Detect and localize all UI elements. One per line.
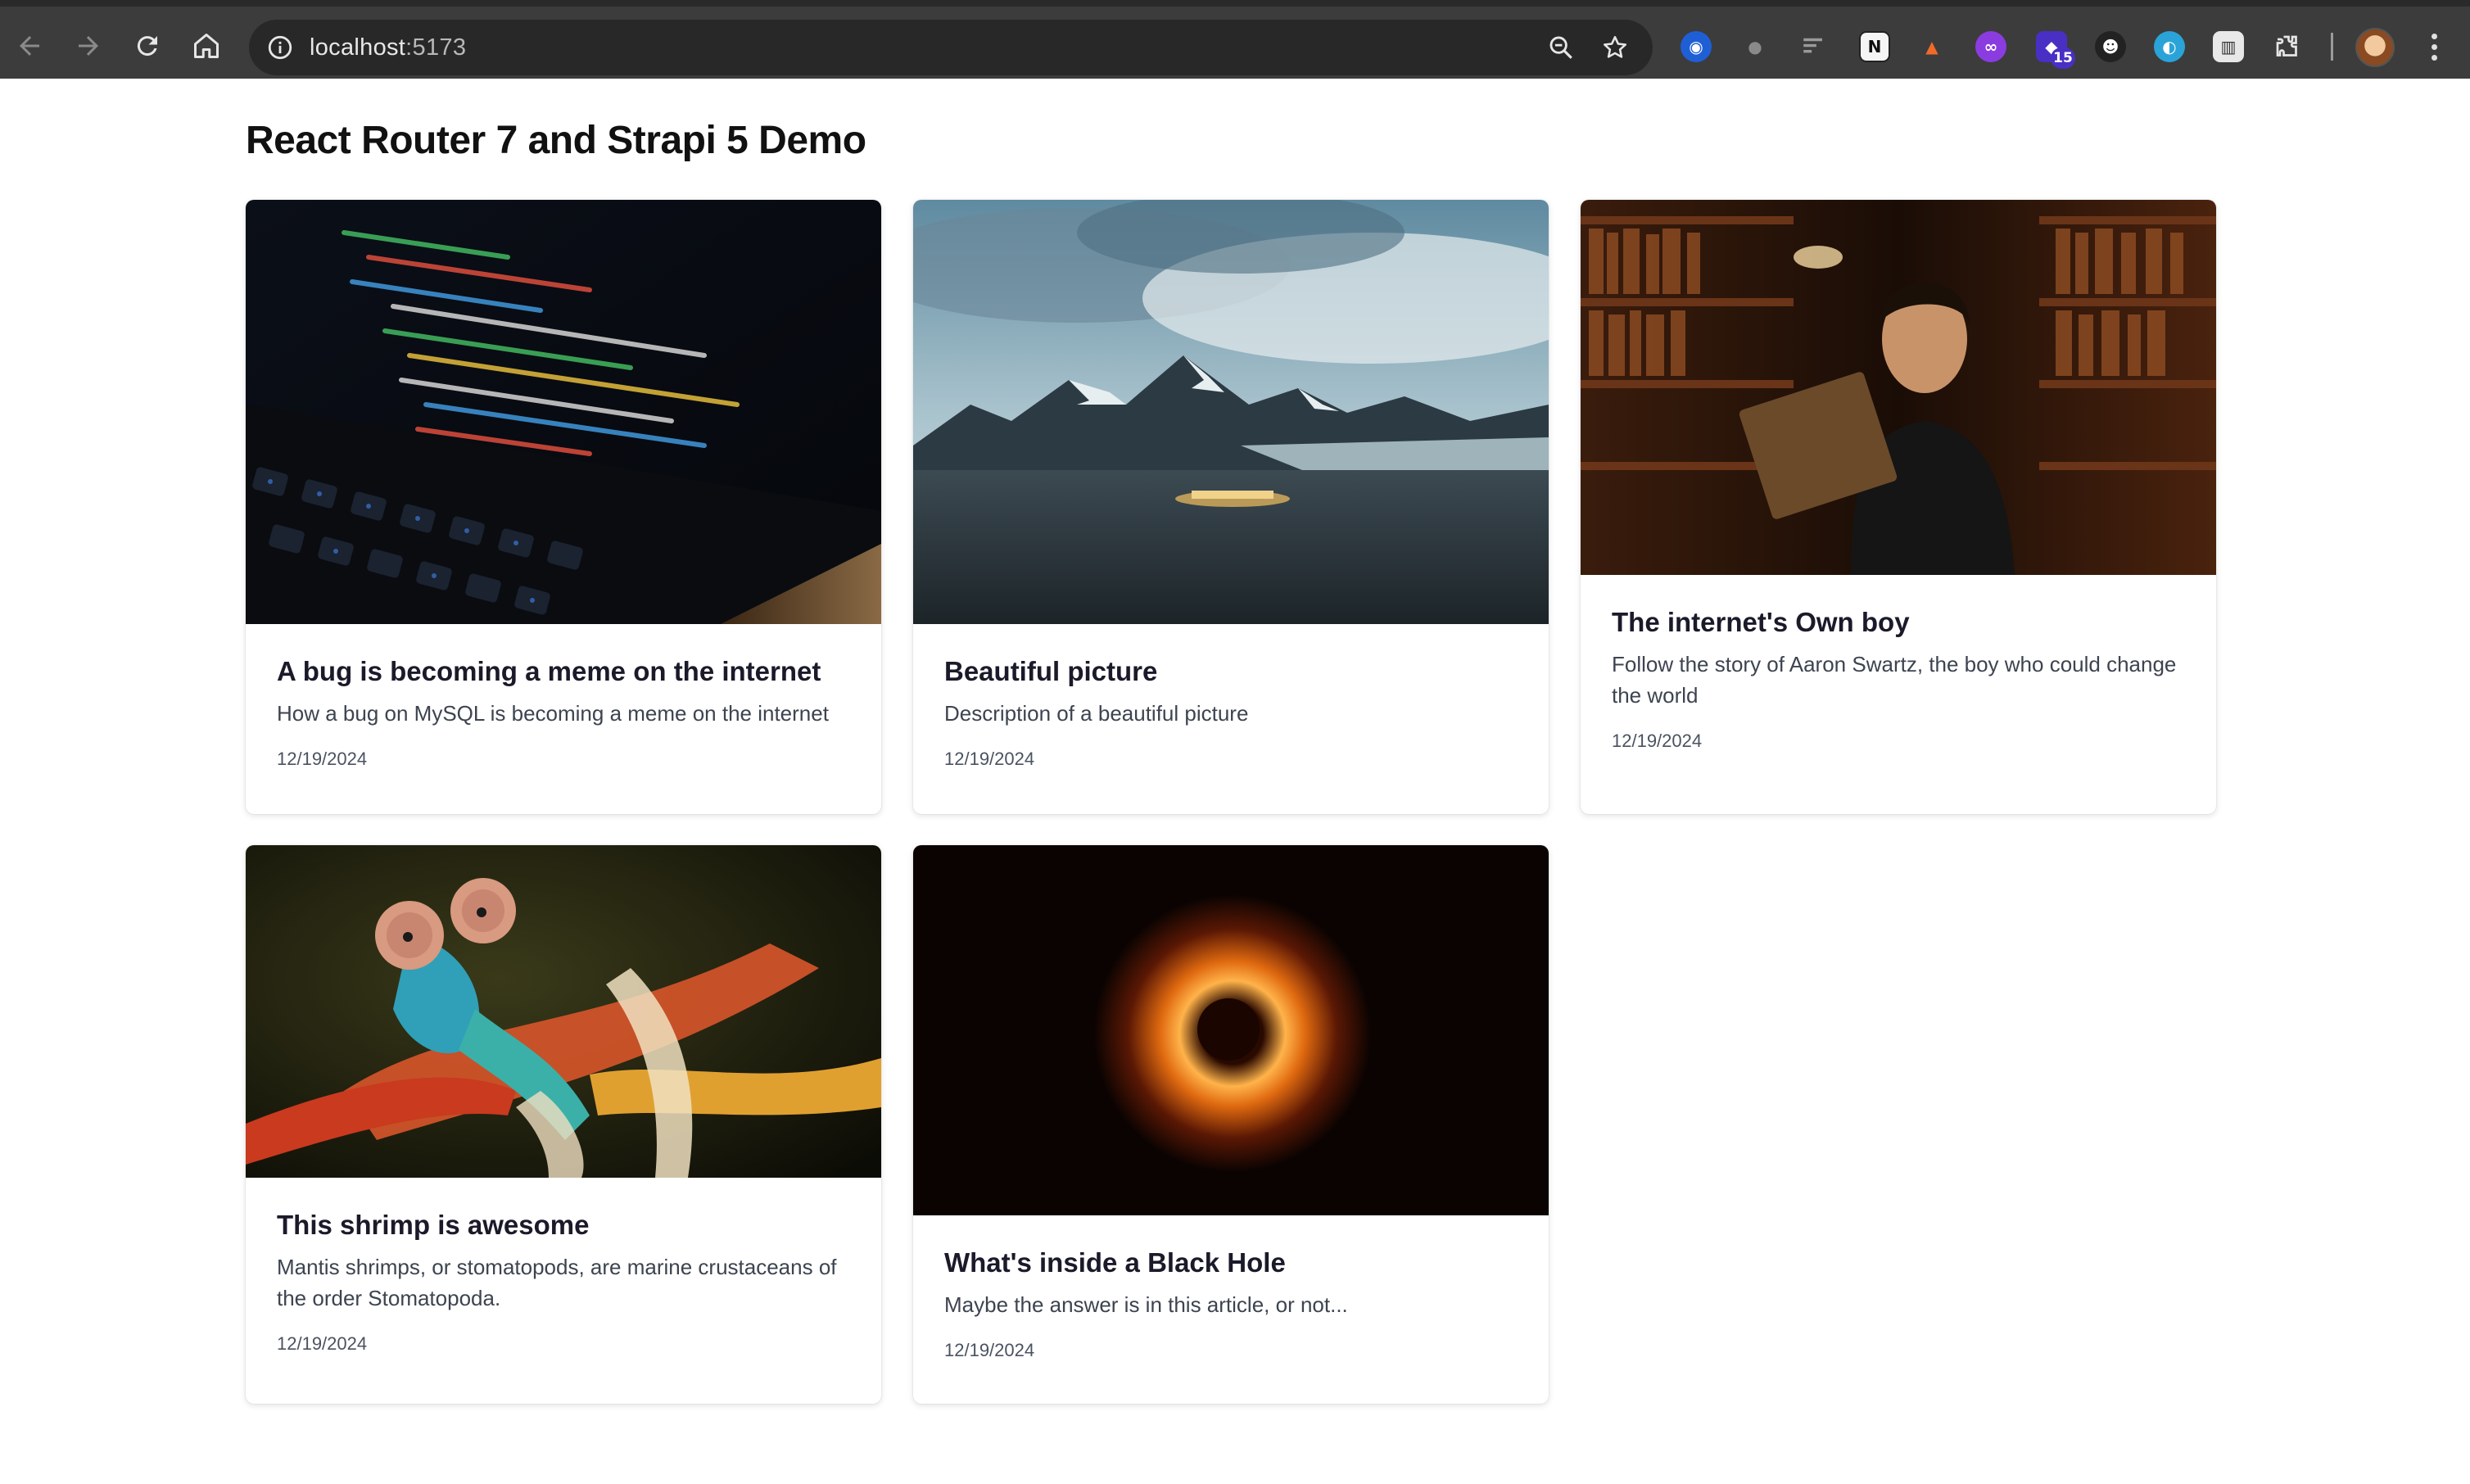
article-card[interactable]: The internet's Own boy Follow the story … [1581,200,2216,814]
article-card[interactable]: This shrimp is awesome Mantis shrimps, o… [246,845,881,1404]
mantis-shrimp-photo [246,845,881,1178]
browser-toolbar: localhost:5173 ◉ ● N ▲ ∞ ◆ 15 ☻ ◐ ▥ [0,0,2470,79]
bookmark-star-icon[interactable] [1599,31,1631,64]
card-body: A bug is becoming a meme on the internet… [246,624,881,770]
url-port: :5173 [405,34,467,61]
url-text[interactable]: localhost:5173 [310,20,466,75]
card-date: 12/19/2024 [944,749,1035,769]
extension-owl-icon[interactable]: ☻ [2095,31,2126,62]
card-title[interactable]: This shrimp is awesome [277,1207,850,1243]
profile-avatar[interactable] [2355,28,2395,67]
card-body: What's inside a Black Hole Maybe the ans… [913,1215,1549,1361]
card-description: How a bug on MySQL is becoming a meme on… [277,701,829,726]
extension-flame-icon[interactable]: ▲ [1916,31,1948,62]
card-date: 12/19/2024 [277,749,368,769]
extension-grey-icon[interactable]: ● [1739,31,1771,62]
url-host: localhost [310,34,406,61]
card-date: 12/19/2024 [1612,731,1703,751]
notion-icon[interactable]: N [1859,31,1890,62]
library-portrait-photo [1581,200,2216,575]
address-bar[interactable]: localhost:5173 [249,20,1653,75]
forward-arrow-icon [79,36,98,56]
card-body: The internet's Own boy Follow the story … [1581,575,2216,752]
zoom-icon[interactable] [1545,31,1577,64]
toolbar-divider [2331,33,2333,61]
extension-cyan-icon[interactable]: ◐ [2154,31,2185,62]
card-description: Mantis shrimps, or stomatopods, are mari… [277,1255,837,1310]
laptop-code-photo [246,200,881,624]
card-title[interactable]: The internet's Own boy [1612,604,2185,640]
black-hole-photo [913,845,1549,1215]
extension-lines-icon[interactable] [1798,31,1830,62]
reload-icon [137,36,157,57]
card-date: 12/19/2024 [277,1333,368,1354]
back-button[interactable] [5,21,54,70]
back-arrow-icon [20,36,39,56]
forward-button[interactable] [64,21,113,70]
card-body: This shrimp is awesome Mantis shrimps, o… [246,1178,881,1355]
card-title[interactable]: A bug is becoming a meme on the internet [277,654,850,690]
home-button[interactable] [182,21,231,70]
card-description: Maybe the answer is in this article, or … [944,1292,1348,1317]
extension-blue-icon[interactable]: ◉ [1681,31,1712,62]
reload-button[interactable] [123,21,172,70]
article-card[interactable]: What's inside a Black Hole Maybe the ans… [913,845,1549,1404]
card-body: Beautiful picture Description of a beaut… [913,624,1549,770]
extension-purple-icon[interactable]: ∞ [1975,31,2006,62]
article-card[interactable]: A bug is becoming a meme on the internet… [246,200,881,814]
extension-badge-icon[interactable]: ◆ 15 [2036,31,2075,69]
site-info-icon[interactable] [264,31,296,64]
card-title[interactable]: Beautiful picture [944,654,1518,690]
article-card[interactable]: Beautiful picture Description of a beaut… [913,200,1549,814]
extension-box-icon[interactable]: ▥ [2213,31,2244,62]
extensions-puzzle-icon[interactable] [2272,31,2303,62]
home-icon [194,34,219,58]
card-description: Description of a beautiful picture [944,701,1249,726]
mountain-landscape-photo [913,200,1549,624]
page-title: React Router 7 and Strapi 5 Demo [246,119,866,162]
chrome-menu-icon[interactable] [2418,26,2450,67]
card-title[interactable]: What's inside a Black Hole [944,1245,1518,1281]
card-description: Follow the story of Aaron Swartz, the bo… [1612,652,2177,708]
card-date: 12/19/2024 [944,1340,1035,1360]
extension-count-badge: 15 [2051,48,2075,69]
